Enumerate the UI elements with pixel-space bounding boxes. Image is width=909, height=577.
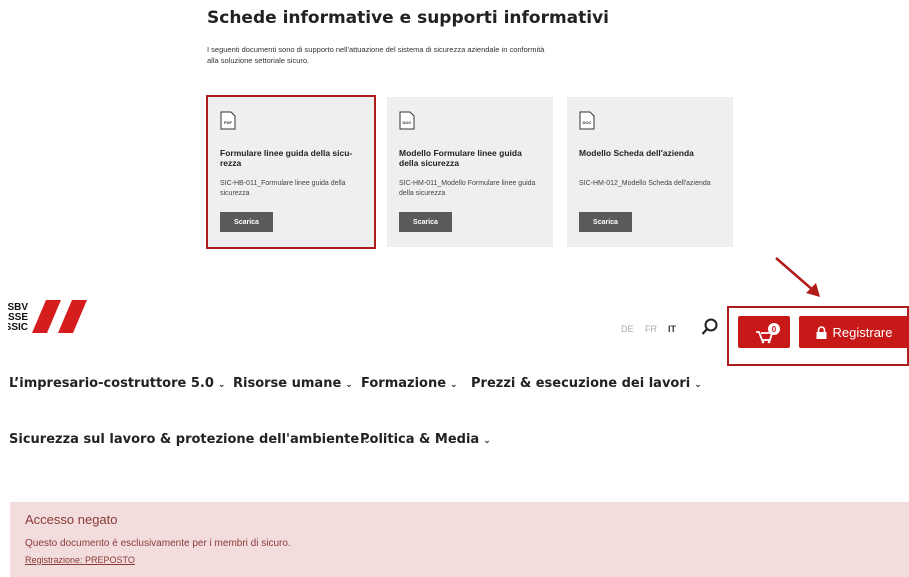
language-fr[interactable]: FR <box>645 324 657 334</box>
file-icon-label: DOC <box>403 120 412 125</box>
language-de[interactable]: DE <box>621 324 634 334</box>
nav-item-formazione[interactable]: Formazione ⌄ <box>361 376 458 391</box>
document-title: Modello Scheda dell'azienda <box>579 148 694 158</box>
access-denied-alert: Accesso negato Questo documento è esclus… <box>10 502 909 577</box>
nav-item-impresario[interactable]: L’impresario-costruttore 5.0 ⌄ <box>9 376 225 391</box>
nav-label: Formazione <box>361 376 447 391</box>
lock-icon <box>816 325 827 339</box>
document-filename: SIC-HM-012_Modello Scheda dell'azienda <box>579 180 711 187</box>
download-button[interactable]: Scarica <box>220 212 273 232</box>
nav-item-risorse-umane[interactable]: Risorse umane ⌄ <box>233 376 353 391</box>
nav-item-sicurezza[interactable]: Sicurezza sul lavoro & protezione dell'a… <box>9 432 371 447</box>
download-button[interactable]: Scarica <box>579 212 632 232</box>
alert-message: Questo documento è esclusivamente per i … <box>25 538 291 549</box>
chevron-down-icon: ⌄ <box>483 436 491 446</box>
document-filename: SIC-HB-011_Formulare linee guida della s… <box>220 180 346 197</box>
document-card: DOC Modello Scheda dell'azienda SIC-HM-0… <box>567 97 733 247</box>
document-title: Modello Formulare linee guida della sicu… <box>399 148 522 168</box>
nav-item-politica-media[interactable]: Politica & Media ⌄ <box>360 432 491 447</box>
annotation-arrow-icon <box>775 257 820 297</box>
nav-label: L’impresario-costruttore 5.0 <box>9 376 214 391</box>
cart-icon: 0 <box>756 323 780 344</box>
nav-label: Sicurezza sul lavoro & protezione dell'a… <box>9 432 360 447</box>
chevron-down-icon: ⌄ <box>345 380 353 390</box>
cart-button[interactable]: 0 <box>738 316 790 348</box>
registration-link[interactable]: Registrazione: PREPOSTO <box>25 555 135 565</box>
section-title: Schede informative e supporti informativ… <box>207 8 610 28</box>
document-filename: SIC-HM-011_Modello Formulare linee guida… <box>399 180 536 197</box>
alert-heading: Accesso negato <box>25 512 118 527</box>
nav-label: Politica & Media <box>360 432 480 447</box>
chevron-down-icon: ⌄ <box>450 380 458 390</box>
document-card: DOC Modello Formulare linee guida della … <box>387 97 553 247</box>
file-icon-label: PDF <box>224 120 233 125</box>
search-icon[interactable] <box>701 318 719 336</box>
nav-label: Prezzi & esecuzione dei lavori <box>471 376 691 391</box>
nav-item-prezzi[interactable]: Prezzi & esecuzione dei lavori ⌄ <box>471 376 702 391</box>
chevron-down-icon: ⌄ <box>217 380 226 390</box>
doc-file-icon: DOC <box>399 111 415 130</box>
logo-line: SSIC <box>8 322 28 333</box>
register-label: Registrare <box>832 324 893 340</box>
section-intro: I seguenti documenti sono di supporto ne… <box>207 45 545 65</box>
doc-file-icon: DOC <box>579 111 595 130</box>
sbv-logo[interactable]: SBV SSE SSIC <box>8 300 88 338</box>
register-button[interactable]: Registrare <box>799 316 909 348</box>
download-button[interactable]: Scarica <box>399 212 452 232</box>
document-card: PDF Formulare linee guida della sicu-rez… <box>206 95 376 249</box>
document-title: Formulare linee guida della sicu-rezza <box>220 148 353 168</box>
nav-label: Risorse umane <box>233 376 342 391</box>
file-icon-label: DOC <box>583 120 592 125</box>
chevron-down-icon: ⌄ <box>694 380 702 390</box>
pdf-file-icon: PDF <box>220 111 236 130</box>
language-it[interactable]: IT <box>668 324 676 334</box>
cart-count-badge: 0 <box>772 325 777 334</box>
